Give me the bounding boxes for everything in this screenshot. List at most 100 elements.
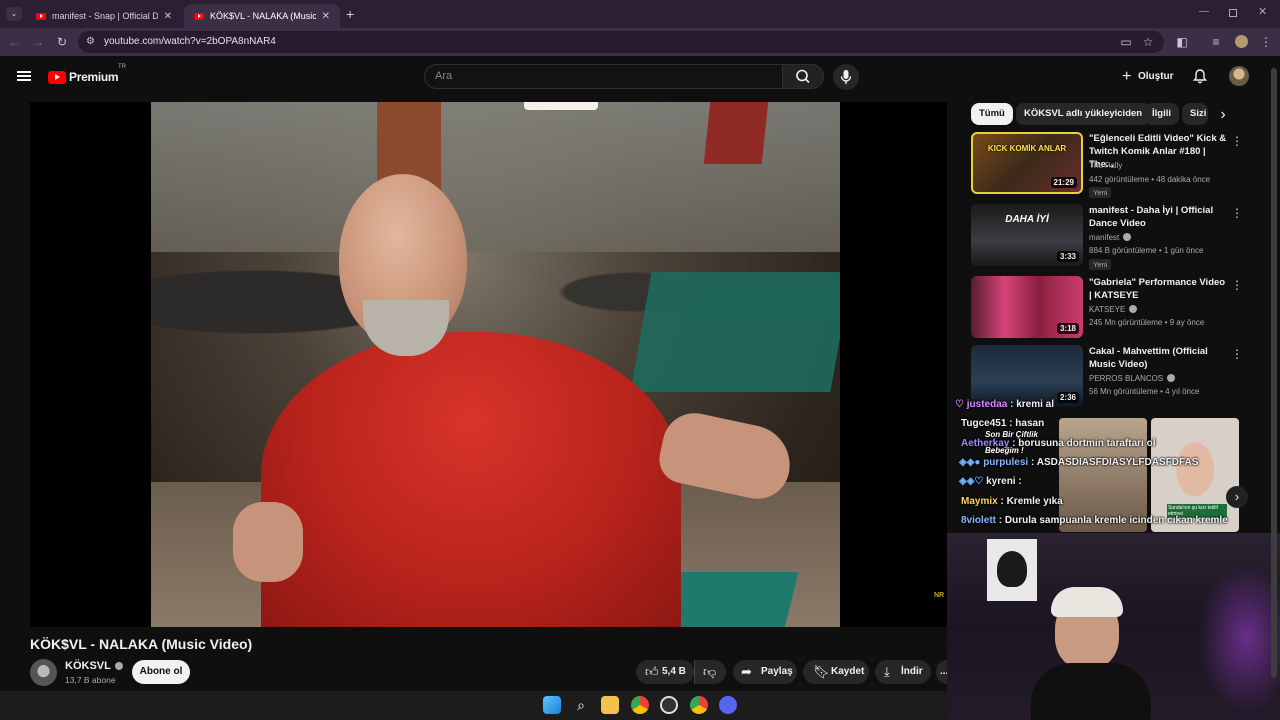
kebab-icon[interactable]: ⋮ [1231,134,1243,148]
youtube-favicon-icon [194,12,204,20]
channel-name[interactable]: manifest [1089,233,1132,242]
kebab-icon[interactable]: ⋮ [1231,278,1243,292]
file-explorer-icon[interactable] [601,696,619,714]
discord-icon[interactable] [719,696,737,714]
share-button[interactable]: ➦ Paylaş [733,660,797,684]
video-meta: 245 Mn görüntüleme • 9 ay önce [1089,318,1205,327]
verified-icon [1123,233,1132,241]
search-button[interactable] [782,64,824,89]
man-hand-left [233,502,303,582]
browser-tab-active[interactable]: KÖK$VL - NALAKA (Music Video ✕ [184,4,340,28]
chat-text: : borusuna dortmin taraftarı ol [1012,438,1156,449]
close-icon[interactable]: ✕ [322,11,330,22]
verified-icon [114,662,123,670]
extensions-icon[interactable]: ◧ [1174,34,1190,50]
forward-icon[interactable]: → [30,34,46,50]
windows-start-icon[interactable] [543,696,561,714]
dislike-icon: 👎︎ [703,664,717,679]
recommended-video[interactable]: 3:18 "Gabriela" Performance Video | KATS… [971,276,1251,340]
chip-related[interactable]: İlgili [1144,103,1179,125]
create-label: Oluştur [1138,71,1174,82]
profile-avatar[interactable] [1235,35,1248,48]
create-button[interactable]: + Oluştur [1114,65,1182,89]
video-thumbnail[interactable]: KICK KOMİK ANLAR 21:29 [971,132,1083,194]
subscribe-button[interactable]: Abone ol [132,660,190,684]
download-button[interactable]: ⤓ İndir [875,660,931,684]
chat-message: ◈◈● purpulesi : ASDASDIASFDIASYLFDASFDFA… [959,457,1198,468]
window-close-icon[interactable]: ✕ [1258,5,1267,18]
mic-icon [840,70,852,84]
channel-name-text: PERROS BLANCOS [1089,374,1164,383]
tab-title: manifest - Snap | Official Dance [52,11,158,21]
video-title[interactable]: manifest - Daha İyi | Official Dance Vid… [1089,204,1229,230]
user-avatar[interactable] [1229,66,1249,86]
channel-name[interactable]: KÖKSVL [65,660,123,672]
bookmark-star-icon[interactable]: ☆ [1140,34,1156,50]
save-button[interactable]: 🔖︎ Kaydet [803,660,869,684]
like-icon: 👍︎ [645,664,659,679]
channel-avatar[interactable] [30,659,57,686]
channel-name[interactable]: The Pally [1089,161,1122,170]
channel-name[interactable]: PERROS BLANCOS [1089,374,1176,383]
new-badge: Yeni [1089,259,1112,270]
green-table [630,272,840,392]
voice-search-button[interactable] [833,64,859,90]
new-tab-button[interactable]: + [346,6,354,22]
chip-all[interactable]: Tümü [971,103,1013,125]
search-icon[interactable]: ⌕ [572,696,590,714]
like-button[interactable]: 👍︎ 5,4 B [636,660,694,684]
chat-text: : Durula sampuanla kremle icinden cıkan … [998,515,1228,526]
chrome-icon[interactable] [631,696,649,714]
cast-icon[interactable]: ▭ [1118,34,1134,50]
chat-text: : hasan [1009,418,1045,429]
channel-name[interactable]: KATSEYE [1089,305,1138,314]
menu-icon[interactable] [17,71,31,81]
chat-user: kyreni [986,476,1016,487]
restore-icon[interactable] [1229,9,1237,17]
chevron-right-icon[interactable]: › [1212,104,1234,126]
ceiling-light [524,102,598,110]
youtube-favicon-icon [36,12,46,20]
search-input[interactable]: Ara [424,64,782,89]
more-actions-button[interactable]: ... [936,660,948,684]
close-icon[interactable]: ✕ [164,11,172,22]
minimize-icon[interactable]: — [1199,6,1209,17]
bell-icon[interactable] [1192,68,1208,84]
video-thumbnail[interactable]: DAHA İYİ 3:33 [971,204,1083,266]
scrollbar-thumb[interactable] [1271,68,1277,678]
channel-name-text: KATSEYE [1089,305,1126,314]
recommended-video[interactable]: DAHA İYİ 3:33 manifest - Daha İyi | Offi… [971,204,1251,270]
chrome-profile-icon[interactable] [690,696,708,714]
address-bar[interactable]: ⚙ youtube.com/watch?v=2bOPA8nNAR4 [78,31,1164,53]
youtube-logo[interactable]: Premium TR [48,64,126,85]
subscriber-count: 13,7 B abone [65,675,116,685]
browser-menu-icon[interactable]: ⋮ [1258,34,1274,50]
back-icon[interactable]: ← [6,34,22,50]
chip-for-you[interactable]: Sizi [1182,103,1208,125]
obs-icon[interactable] [660,696,678,714]
kebab-icon[interactable]: ⋮ [1231,206,1243,220]
site-info-icon[interactable]: ⚙ [86,31,95,53]
video-title: KÖK$VL - NALAKA (Music Video) [30,636,253,652]
video-player[interactable]: NR [30,102,947,627]
page-scrollbar[interactable] [1271,60,1277,690]
kebab-icon[interactable]: ⋮ [1231,347,1243,361]
chip-from-uploader[interactable]: KÖKSVL adlı yükleyiciden [1016,103,1151,125]
chat-message: 8violett : Durula sampuanla kremle icind… [961,515,1228,526]
reload-icon[interactable]: ↻ [54,34,70,50]
video-title[interactable]: "Gabriela" Performance Video | KATSEYE [1089,276,1229,302]
browser-tab[interactable]: manifest - Snap | Official Dance ✕ [26,4,182,28]
media-icon[interactable]: ≡ [1208,34,1224,50]
chat-badge-icon: ♡ [955,399,967,410]
browser-tab-strip: ⌄ manifest - Snap | Official Dance ✕ KÖK… [0,0,1280,28]
video-thumbnail[interactable]: 3:18 [971,276,1083,338]
dislike-button[interactable]: 👎︎ [694,660,726,684]
tab-search-button[interactable]: ⌄ [6,7,22,21]
new-badge: Yeni [1089,187,1112,198]
recommended-video[interactable]: KICK KOMİK ANLAR 21:29 "Eğlenceli Editli… [971,132,1251,198]
man-body-red-top [261,332,681,627]
overlay-next-button[interactable]: › [1226,486,1248,508]
chat-badge-icon: ◈◈● [959,457,984,468]
video-title[interactable]: Cakal - Mahvettim (Official Music Video) [1089,345,1229,371]
streamer-hair [1051,587,1123,617]
